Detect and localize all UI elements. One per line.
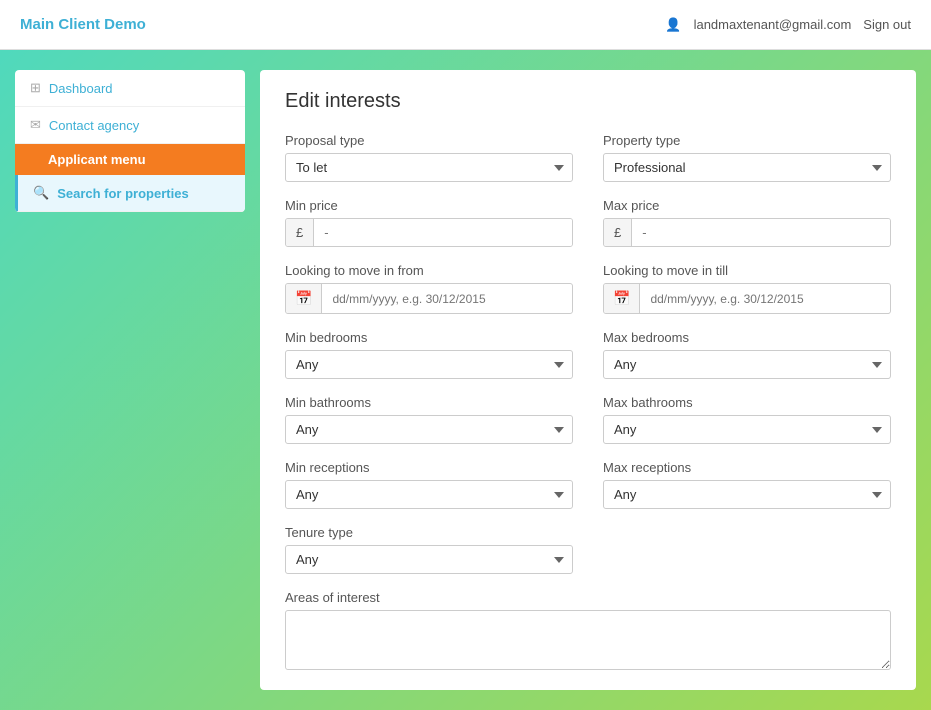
max-price-group: Max price £ bbox=[603, 198, 891, 247]
move-in-from-label: Looking to move in from bbox=[285, 263, 573, 278]
sidebar-item-dashboard[interactable]: ⊞ Dashboard bbox=[15, 70, 245, 107]
min-price-label: Min price bbox=[285, 198, 573, 213]
tenure-type-label: Tenure type bbox=[285, 525, 573, 540]
max-receptions-group: Max receptions Any 1 2 3 bbox=[603, 460, 891, 509]
content-panel: Edit interests Proposal type To let For … bbox=[260, 70, 916, 690]
move-in-till-label: Looking to move in till bbox=[603, 263, 891, 278]
mail-icon: ✉ bbox=[30, 117, 41, 133]
areas-of-interest-label: Areas of interest bbox=[285, 590, 891, 605]
search-icon: 🔍 bbox=[33, 185, 49, 201]
min-bathrooms-select[interactable]: Any 1 2 3 bbox=[285, 415, 573, 444]
min-receptions-label: Min receptions bbox=[285, 460, 573, 475]
max-bedrooms-label: Max bedrooms bbox=[603, 330, 891, 345]
tenure-type-spacer bbox=[603, 525, 891, 574]
page-title: Edit interests bbox=[285, 90, 891, 113]
sidebar-item-label: Contact agency bbox=[49, 118, 139, 133]
dashboard-icon: ⊞ bbox=[30, 80, 41, 96]
signout-link[interactable]: Sign out bbox=[863, 17, 911, 32]
min-bedrooms-group: Min bedrooms Any 1 2 3 4 5+ bbox=[285, 330, 573, 379]
areas-of-interest-textarea[interactable] bbox=[285, 610, 891, 670]
min-bedrooms-select[interactable]: Any 1 2 3 4 5+ bbox=[285, 350, 573, 379]
areas-of-interest-group: Areas of interest bbox=[285, 590, 891, 670]
sidebar-item-contact-agency[interactable]: ✉ Contact agency bbox=[15, 107, 245, 144]
min-price-input[interactable] bbox=[314, 219, 572, 246]
move-in-till-group: Looking to move in till 📅 bbox=[603, 263, 891, 314]
sidebar: ⊞ Dashboard ✉ Contact agency Applicant m… bbox=[15, 70, 245, 212]
property-type-label: Property type bbox=[603, 133, 891, 148]
min-price-input-group: £ bbox=[285, 218, 573, 247]
proposal-type-group: Proposal type To let For sale Both bbox=[285, 133, 573, 182]
max-price-prefix: £ bbox=[604, 219, 632, 246]
move-in-from-date-group: 📅 bbox=[285, 283, 573, 314]
sidebar-item-search-for-properties[interactable]: 🔍 Search for properties bbox=[15, 175, 245, 212]
proposal-type-label: Proposal type bbox=[285, 133, 573, 148]
move-in-from-input[interactable] bbox=[322, 286, 572, 312]
min-bathrooms-label: Min bathrooms bbox=[285, 395, 573, 410]
navbar-right: 👤 landmaxtenant@gmail.com Sign out bbox=[665, 17, 911, 33]
min-price-prefix: £ bbox=[286, 219, 314, 246]
min-bathrooms-group: Min bathrooms Any 1 2 3 bbox=[285, 395, 573, 444]
user-icon: 👤 bbox=[665, 17, 681, 33]
move-in-till-date-group: 📅 bbox=[603, 283, 891, 314]
move-in-from-group: Looking to move in from 📅 bbox=[285, 263, 573, 314]
max-bathrooms-group: Max bathrooms Any 1 2 3 bbox=[603, 395, 891, 444]
max-receptions-label: Max receptions bbox=[603, 460, 891, 475]
brand-link[interactable]: Main Client Demo bbox=[20, 16, 146, 33]
sidebar-section-label: Applicant menu bbox=[48, 152, 146, 167]
max-bedrooms-group: Max bedrooms Any 1 2 3 4 5+ bbox=[603, 330, 891, 379]
max-bathrooms-label: Max bathrooms bbox=[603, 395, 891, 410]
max-bedrooms-select[interactable]: Any 1 2 3 4 5+ bbox=[603, 350, 891, 379]
max-price-input[interactable] bbox=[632, 219, 890, 246]
calendar-icon-from[interactable]: 📅 bbox=[286, 284, 322, 313]
sidebar-item-label: Dashboard bbox=[49, 81, 113, 96]
tenure-type-group: Tenure type Any Freehold Leasehold bbox=[285, 525, 573, 574]
max-bathrooms-select[interactable]: Any 1 2 3 bbox=[603, 415, 891, 444]
property-type-group: Property type Professional Residential C… bbox=[603, 133, 891, 182]
max-price-label: Max price bbox=[603, 198, 891, 213]
tenure-type-select[interactable]: Any Freehold Leasehold bbox=[285, 545, 573, 574]
user-email: landmaxtenant@gmail.com bbox=[694, 17, 852, 32]
navbar: Main Client Demo 👤 landmaxtenant@gmail.c… bbox=[0, 0, 931, 50]
proposal-type-select[interactable]: To let For sale Both bbox=[285, 153, 573, 182]
min-price-group: Min price £ bbox=[285, 198, 573, 247]
move-in-till-input[interactable] bbox=[640, 286, 890, 312]
max-receptions-select[interactable]: Any 1 2 3 bbox=[603, 480, 891, 509]
property-type-select[interactable]: Professional Residential Commercial bbox=[603, 153, 891, 182]
form-grid: Proposal type To let For sale Both Prope… bbox=[285, 133, 891, 670]
min-receptions-group: Min receptions Any 1 2 3 bbox=[285, 460, 573, 509]
orange-dot-icon bbox=[30, 155, 40, 165]
calendar-icon-till[interactable]: 📅 bbox=[604, 284, 640, 313]
min-bedrooms-label: Min bedrooms bbox=[285, 330, 573, 345]
min-receptions-select[interactable]: Any 1 2 3 bbox=[285, 480, 573, 509]
sidebar-item-label: Search for properties bbox=[57, 186, 189, 201]
max-price-input-group: £ bbox=[603, 218, 891, 247]
sidebar-section-applicant-menu: Applicant menu bbox=[15, 144, 245, 175]
main-layout: ⊞ Dashboard ✉ Contact agency Applicant m… bbox=[0, 50, 931, 710]
